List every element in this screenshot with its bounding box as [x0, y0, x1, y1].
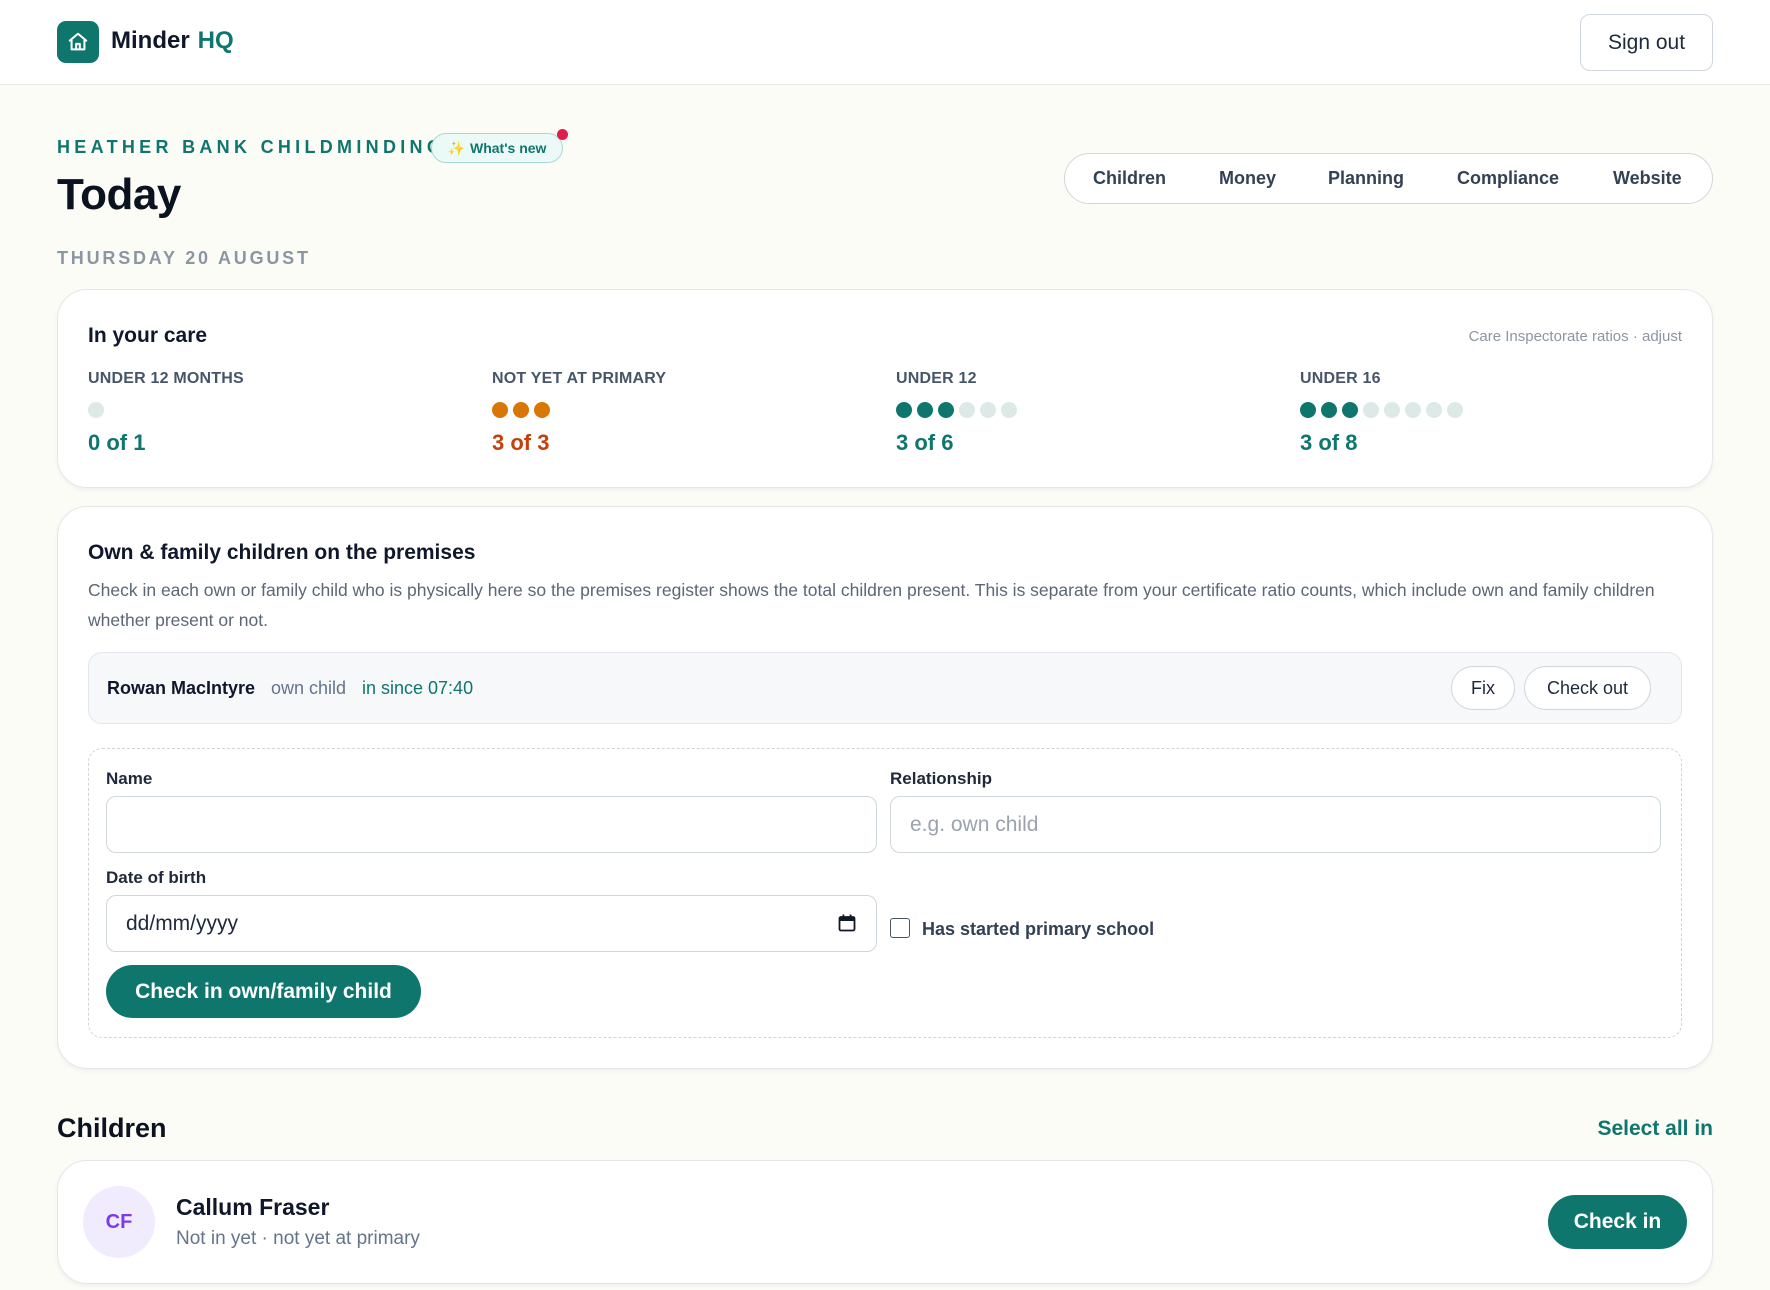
- ratio-dot-filled: [1300, 402, 1316, 418]
- ratio-dot-empty: [88, 402, 104, 418]
- present-child-name: Rowan MacIntyre: [107, 678, 256, 698]
- ratio-dot-filled: [534, 402, 550, 418]
- relationship-input[interactable]: e.g. own child: [890, 796, 1661, 853]
- started-primary-label: Has started primary school: [922, 919, 1155, 939]
- child-card: CF Callum Fraser Not in yet · not yet at…: [57, 1160, 1713, 1284]
- ratio-group-label: UNDER 12: [896, 370, 977, 387]
- name-label: Name: [106, 769, 153, 788]
- in-care-title: In your care: [88, 324, 208, 347]
- tab-website[interactable]: Website: [1613, 168, 1682, 189]
- child-status: Not in yet · not yet at primary: [176, 1228, 420, 1249]
- ratio-dots: [896, 402, 1256, 418]
- own-family-title: Own & family children on the premises: [88, 541, 476, 564]
- sign-out-button[interactable]: Sign out: [1580, 14, 1713, 71]
- check-in-own-child-button[interactable]: Check in own/family child: [106, 965, 421, 1018]
- dob-label: Date of birth: [106, 868, 207, 887]
- ratio-count: 3 of 3: [492, 430, 550, 455]
- whats-new-label: What's new: [469, 140, 547, 156]
- calendar-icon[interactable]: [838, 914, 856, 938]
- relationship-label: Relationship: [890, 769, 993, 788]
- page-title: Today: [57, 170, 181, 219]
- tab-children[interactable]: Children: [1093, 168, 1166, 189]
- name-input[interactable]: [106, 796, 877, 853]
- select-all-in-link[interactable]: Select all in: [1597, 1117, 1713, 1141]
- started-primary-checkbox[interactable]: [890, 918, 910, 938]
- ratio-group-label: UNDER 16: [1300, 370, 1381, 387]
- home-icon[interactable]: [57, 21, 99, 63]
- ratio-dot-empty: [959, 402, 975, 418]
- in-care-card: In your care Care Inspectorate ratios · …: [57, 289, 1713, 488]
- ratio-dot-filled: [492, 402, 508, 418]
- ratio-dot-filled: [1342, 402, 1358, 418]
- tab-planning[interactable]: Planning: [1328, 168, 1404, 189]
- check-in-button[interactable]: Check in: [1548, 1195, 1687, 1249]
- sparkles-icon: ✨: [447, 139, 465, 156]
- ratio-dots: [88, 402, 448, 418]
- tab-money[interactable]: Money: [1219, 168, 1276, 189]
- ratios-adjust-link[interactable]: Care Inspectorate ratios · adjust: [1469, 328, 1682, 345]
- ratio-dots: [492, 402, 852, 418]
- ratio-dot-filled: [1321, 402, 1337, 418]
- child-name[interactable]: Callum Fraser: [176, 1194, 329, 1221]
- ratio-group-label: NOT YET AT PRIMARY: [492, 370, 667, 387]
- ratio-group-not-yet-at-primary: NOT YET AT PRIMARY 3 of 3: [492, 370, 852, 456]
- ratio-dots: [1300, 402, 1660, 418]
- ratio-dot-empty: [980, 402, 996, 418]
- ratio-dot-empty: [1405, 402, 1421, 418]
- ratio-group-under-12-months: UNDER 12 MONTHS 0 of 1: [88, 370, 448, 456]
- ratio-dot-empty: [1001, 402, 1017, 418]
- brand-label: Minder: [111, 27, 190, 54]
- brand-name[interactable]: Minder HQ: [111, 27, 234, 55]
- present-child-relationship: own child: [271, 678, 347, 698]
- ratio-dot-empty: [1363, 402, 1379, 418]
- ratio-dot-empty: [1384, 402, 1400, 418]
- ratio-group-label: UNDER 12 MONTHS: [88, 370, 244, 387]
- avatar: CF: [83, 1186, 155, 1258]
- fix-button[interactable]: Fix: [1451, 666, 1515, 710]
- notification-dot: [557, 129, 568, 140]
- section-nav: Children Money Planning Compliance Websi…: [1064, 153, 1713, 204]
- tab-compliance[interactable]: Compliance: [1457, 168, 1559, 189]
- dob-input[interactable]: dd/mm/yyyy: [106, 895, 877, 952]
- ratio-group-under-12: UNDER 12 3 of 6: [896, 370, 1256, 456]
- dob-placeholder: dd/mm/yyyy: [126, 911, 239, 935]
- own-family-description: Check in each own or family child who is…: [88, 580, 1655, 630]
- ratio-dot-empty: [1447, 402, 1463, 418]
- ratio-count: 3 of 6: [896, 430, 954, 455]
- current-date: THURSDAY 20 AUGUST: [57, 248, 311, 268]
- brand-accent: HQ: [197, 27, 234, 54]
- ratio-dot-filled: [917, 402, 933, 418]
- top-bar: Minder HQ Sign out: [0, 0, 1770, 85]
- children-section-title: Children: [57, 1113, 167, 1143]
- present-child-row: Rowan MacIntyre own child in since 07:40…: [88, 652, 1682, 724]
- ratio-dot-filled: [896, 402, 912, 418]
- ratio-count: 3 of 8: [1300, 430, 1358, 455]
- check-out-button[interactable]: Check out: [1524, 666, 1651, 710]
- org-name: HEATHER BANK CHILDMINDING: [57, 137, 446, 157]
- present-child-since: in since 07:40: [362, 678, 474, 698]
- ratio-dot-empty: [1426, 402, 1442, 418]
- ratio-dot-filled: [938, 402, 954, 418]
- ratio-dot-filled: [513, 402, 529, 418]
- ratio-group-under-16: UNDER 16 3 of 8: [1300, 370, 1660, 456]
- ratio-count: 0 of 1: [88, 430, 146, 455]
- own-family-card: Own & family children on the premises Ch…: [57, 506, 1713, 1069]
- add-own-child-form: Name Relationship e.g. own child Date of…: [88, 748, 1682, 1038]
- whats-new-button[interactable]: ✨ What's new: [431, 133, 563, 163]
